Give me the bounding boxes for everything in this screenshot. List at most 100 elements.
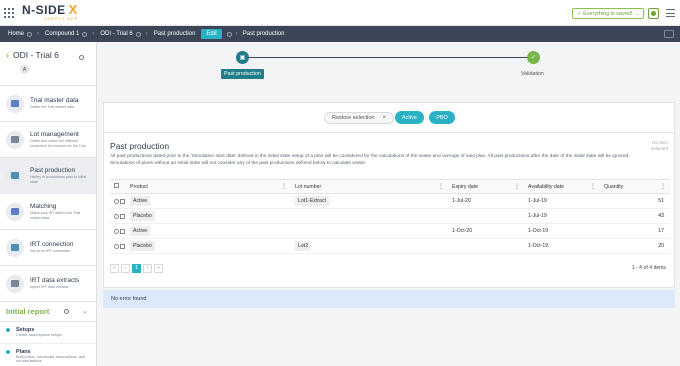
column-menu-icon: ⋮ xyxy=(660,184,666,190)
pagination-info: 1 - 4 of 4 items xyxy=(631,265,666,271)
lot-cell[interactable] xyxy=(291,223,448,239)
document-icon xyxy=(6,274,24,293)
table-row[interactable]: Placebo Lot2 1-Oct-19 20 xyxy=(110,238,670,254)
first-page-button[interactable]: « xyxy=(110,263,119,273)
table-header-row: Product ⋮ Lot number ⋮ Expiry date ⋮ Availa… xyxy=(110,179,670,194)
breadcrumb-section[interactable]: Past production xyxy=(154,31,196,37)
availability-cell[interactable]: 1-Oct-19 xyxy=(524,223,600,239)
close-icon[interactable]: × xyxy=(383,115,387,121)
breadcrumb-current: › Past production xyxy=(226,31,284,37)
initial-report-header[interactable]: Initial report ⌄ xyxy=(0,302,96,322)
quantity-cell[interactable]: 51 xyxy=(600,193,670,209)
step-validation-label[interactable]: Validation xyxy=(521,71,544,77)
product-cell[interactable]: Active xyxy=(130,196,151,206)
column-quantity[interactable]: Quantity ⋮ xyxy=(600,179,670,194)
prev-page-button[interactable]: ‹ xyxy=(121,263,130,273)
past-production-card: Restore selection × Active PBO Past produ… xyxy=(103,102,675,288)
collapse-panel-icon[interactable] xyxy=(664,30,674,38)
sidebar-header: › ODI - Trial 6 A xyxy=(0,42,96,86)
table-row[interactable]: Active 1-Oct-20 1-Oct-19 17 xyxy=(110,223,670,239)
filter-toolbar: Restore selection × Active PBO xyxy=(104,103,674,133)
row-select-control[interactable] xyxy=(114,213,126,219)
lot-cell[interactable] xyxy=(291,208,448,224)
stepper: ▣ Past production ✓ Validation xyxy=(98,42,680,86)
sidebar-item-lot-management[interactable]: Lot management Define and match the diffe… xyxy=(0,122,96,158)
app-logo[interactable]: N-SIDE X SUPPLY APP xyxy=(22,3,78,21)
lot-icon xyxy=(6,130,24,149)
step-past-production-icon[interactable]: ▣ xyxy=(236,51,249,64)
sidebar-item-setups[interactable]: Setups Create assumptions setups xyxy=(0,322,96,344)
validation-message: No error found xyxy=(103,290,675,308)
product-cell[interactable]: Active xyxy=(130,226,151,236)
product-cell[interactable]: Placebo xyxy=(130,241,155,251)
column-menu-icon: ⋮ xyxy=(438,184,444,190)
column-availability-date[interactable]: Availability date ⋮ xyxy=(524,179,600,194)
row-select-control[interactable] xyxy=(114,243,126,249)
save-status-badge[interactable]: ✓ Everything is saved! ⌄ xyxy=(572,8,644,19)
sidebar-item-irt-connection[interactable]: IRT connection Set up an IRT connection xyxy=(0,230,96,266)
last-page-button[interactable]: » xyxy=(154,263,163,273)
expiry-cell[interactable]: 1-Jul-20 xyxy=(448,193,524,209)
page-button-current[interactable]: 1 xyxy=(132,263,141,273)
select-all-checkbox[interactable] xyxy=(110,179,126,194)
plans-icon xyxy=(6,350,10,354)
lot-cell[interactable]: Lot1-Extract xyxy=(295,196,329,206)
status-indicator-button[interactable] xyxy=(648,8,659,19)
production-icon xyxy=(6,166,24,185)
active-filter-button[interactable]: Active xyxy=(395,111,424,124)
availability-cell[interactable]: 1-Oct-19 xyxy=(524,238,600,254)
row-select-control[interactable] xyxy=(114,198,126,204)
row-select-control[interactable] xyxy=(114,228,126,234)
step-past-production-label[interactable]: Past production xyxy=(221,69,264,79)
breadcrumb: Home › Compound 1 › ODI - Trial 6 › Past pr… xyxy=(0,26,680,42)
expiry-cell[interactable]: 1-Oct-20 xyxy=(448,223,524,239)
chevron-down-icon[interactable]: ⌄ xyxy=(82,307,88,315)
breadcrumb-compound[interactable]: Compound 1 › xyxy=(45,31,94,37)
avatar[interactable]: A xyxy=(20,65,29,74)
column-expiry-date[interactable]: Expiry date ⋮ xyxy=(448,179,524,194)
pagination: « ‹ 1 › » 1 - 4 of 4 items xyxy=(110,261,670,275)
quantity-cell[interactable]: 17 xyxy=(600,223,670,239)
main-content: ▣ Past production ✓ Validation Restore s… xyxy=(98,42,680,366)
breadcrumb-trial[interactable]: ODI - Trial 6 › xyxy=(100,31,147,37)
description-text: All past productions dated prior to the … xyxy=(110,154,630,166)
gear-icon[interactable] xyxy=(64,309,69,314)
selection-status: No item selected xyxy=(650,140,668,151)
sidebar-item-matching[interactable]: Matching Match your IRT data to the Trial… xyxy=(0,194,96,230)
step-validation-icon[interactable]: ✓ xyxy=(527,51,540,64)
table-row[interactable]: Active Lot1-Extract 1-Jul-20 1-Jul-19 51 xyxy=(110,193,670,209)
availability-cell[interactable]: 1-Jul-19 xyxy=(524,208,600,224)
column-product[interactable]: Product ⋮ xyxy=(126,179,291,194)
setups-icon xyxy=(6,328,10,332)
sidebar-title: ODI - Trial 6 xyxy=(13,50,59,60)
pbo-filter-button[interactable]: PBO xyxy=(429,111,455,124)
expiry-cell[interactable] xyxy=(448,208,524,224)
lot-cell[interactable]: Lot2 xyxy=(295,241,312,251)
sidebar-item-plans[interactable]: Plans Build plans, reevaluate assumptions… xyxy=(0,344,96,366)
breadcrumb-home[interactable]: Home › xyxy=(8,31,39,37)
chevron-icon: › xyxy=(6,50,9,60)
chevron-down-icon: ⌄ xyxy=(635,10,640,17)
sidebar: › ODI - Trial 6 A Trial master data Define… xyxy=(0,42,97,366)
product-cell[interactable]: Placebo xyxy=(130,211,155,221)
table-row[interactable]: Placebo 1-Jul-19 43 xyxy=(110,208,670,224)
sidebar-item-past-production[interactable]: Past production History of productions pr… xyxy=(0,158,96,194)
restore-selection-chip[interactable]: Restore selection × xyxy=(324,112,395,124)
next-page-button[interactable]: › xyxy=(143,263,152,273)
column-menu-icon: ⋮ xyxy=(590,184,596,190)
availability-cell[interactable]: 1-Jul-19 xyxy=(524,193,600,209)
gear-icon[interactable] xyxy=(79,55,84,60)
quantity-cell[interactable]: 20 xyxy=(600,238,670,254)
apps-grid-icon[interactable] xyxy=(4,7,14,18)
info-icon xyxy=(82,31,88,37)
trial-data-icon xyxy=(6,94,24,113)
quantity-cell[interactable]: 43 xyxy=(600,208,670,224)
column-lot-number[interactable]: Lot number ⋮ xyxy=(291,179,448,194)
menu-icon[interactable] xyxy=(666,9,675,17)
matching-icon xyxy=(6,202,24,221)
sidebar-item-irt-data-extracts[interactable]: IRT data extracts Import IRT data extract… xyxy=(0,266,96,302)
expiry-cell[interactable] xyxy=(448,238,524,254)
edit-button[interactable]: Edit xyxy=(201,29,222,39)
column-menu-icon: ⋮ xyxy=(514,184,520,190)
sidebar-item-trial-master-data[interactable]: Trial master data Define the Trial master… xyxy=(0,86,96,122)
